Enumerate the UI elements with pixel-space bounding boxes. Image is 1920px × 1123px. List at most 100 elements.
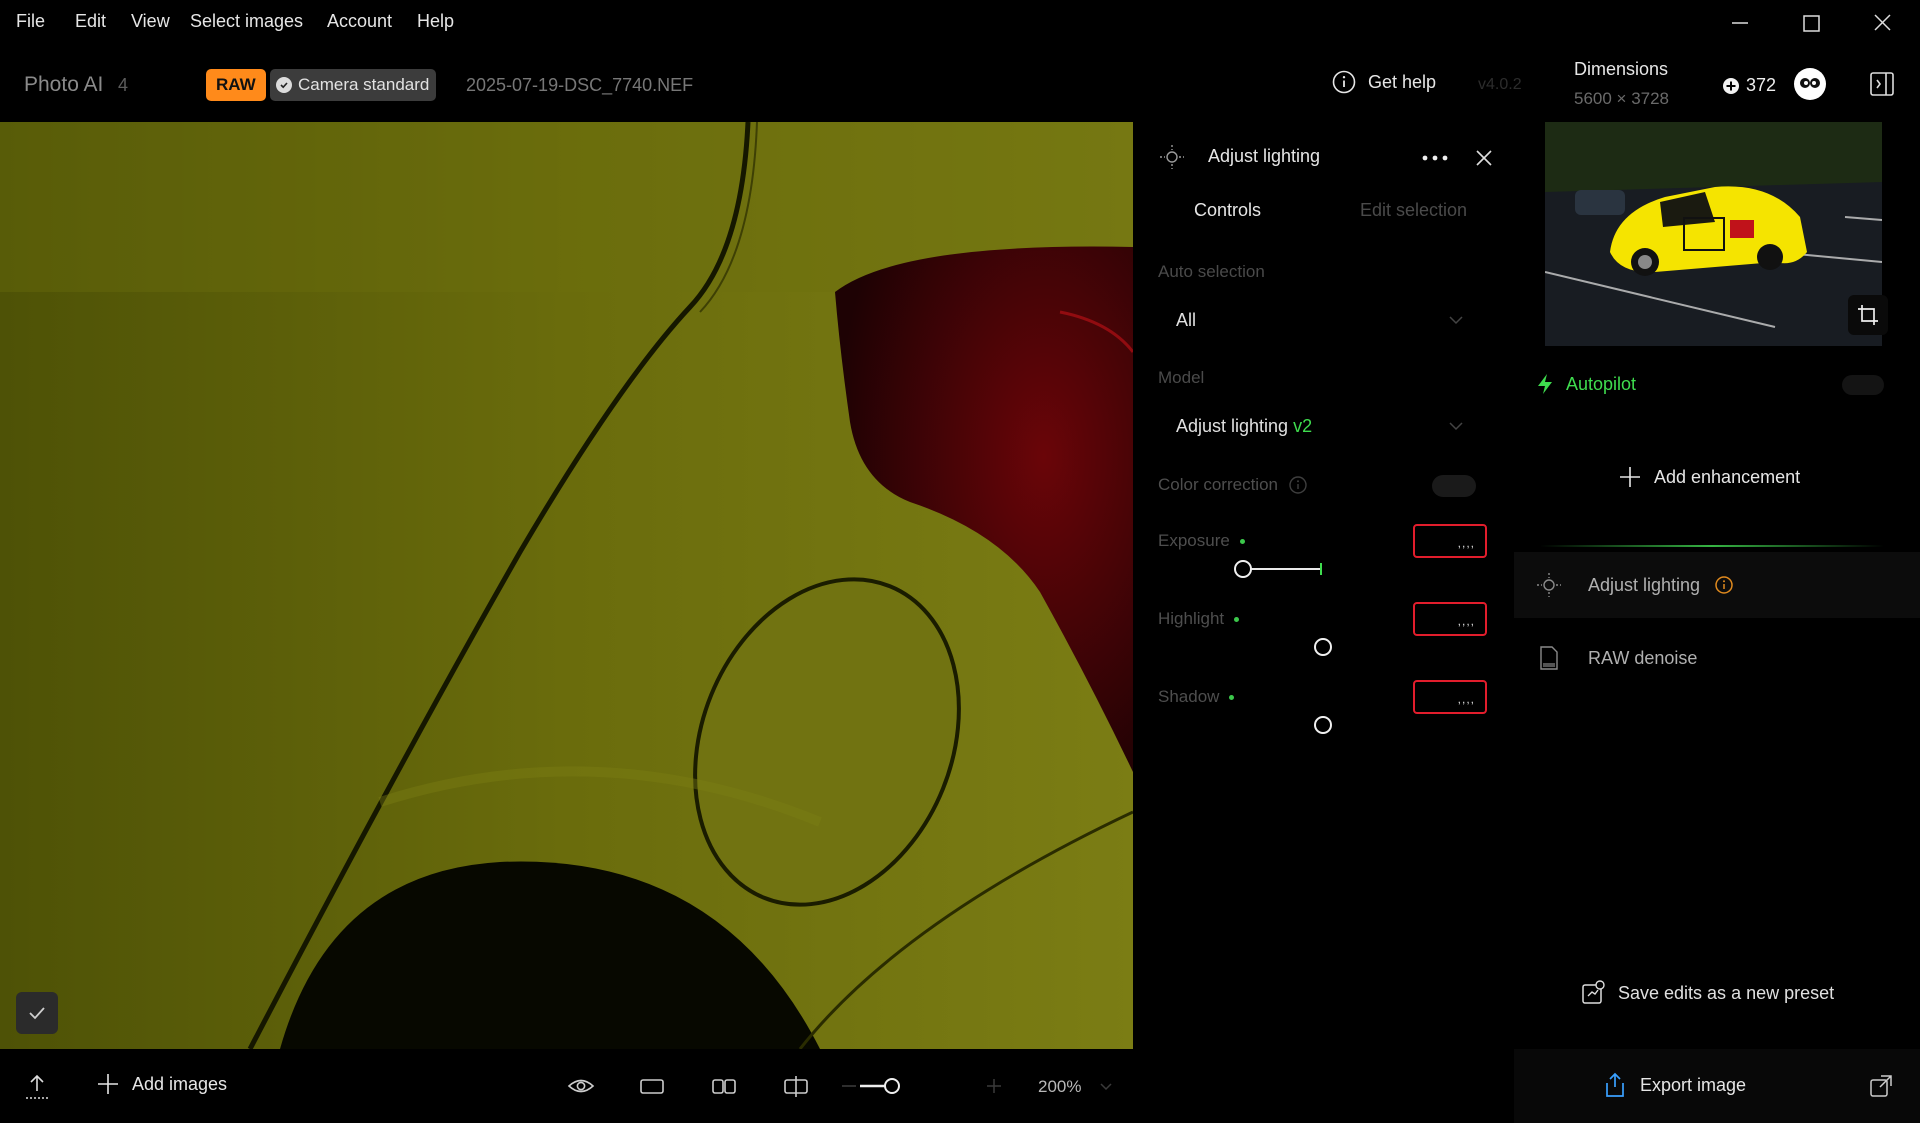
- model-select[interactable]: Adjust lighting v2: [1158, 402, 1480, 450]
- menu-help[interactable]: Help: [417, 11, 454, 32]
- crop-icon: [1858, 305, 1878, 325]
- highlight-slider-handle[interactable]: [1314, 638, 1332, 656]
- settings-sun-icon: [1537, 573, 1561, 597]
- dimensions-label: Dimensions: [1574, 59, 1669, 79]
- exposure-slider-track[interactable]: [1243, 568, 1321, 570]
- save-preset-button[interactable]: Save edits as a new preset: [1580, 980, 1834, 1006]
- side-by-side-icon: [712, 1079, 736, 1094]
- lightning-icon: [1538, 374, 1552, 394]
- color-correction-row: Color correction: [1158, 475, 1308, 495]
- chevron-down-icon: [1449, 422, 1463, 431]
- modified-indicator: [1229, 694, 1235, 700]
- model-version: v2: [1293, 415, 1313, 436]
- panel-more-button[interactable]: [1420, 148, 1450, 168]
- info-icon[interactable]: [1714, 575, 1734, 595]
- credits-counter[interactable]: 372: [1722, 75, 1776, 96]
- file-name: 2025-07-19-DSC_7740.NEF: [466, 75, 694, 95]
- panel-close-button[interactable]: [1472, 146, 1496, 170]
- crop-button[interactable]: [1848, 295, 1888, 335]
- info-icon[interactable]: [1288, 475, 1308, 495]
- window-close-icon: [1874, 14, 1891, 31]
- zoom-level[interactable]: 200%: [1038, 1077, 1081, 1097]
- single-view-button[interactable]: [638, 1073, 666, 1099]
- get-help-label: Get help: [1368, 71, 1437, 92]
- shadow-value-input[interactable]: ,,,,: [1413, 680, 1487, 714]
- panel-title: Adjust lighting: [1208, 146, 1321, 166]
- enhancement-item-adjust-lighting[interactable]: Adjust lighting: [1514, 552, 1920, 618]
- zoom-dropdown[interactable]: [1098, 1080, 1114, 1094]
- exposure-default-marker: [1320, 563, 1322, 575]
- get-help-button[interactable]: Get help: [1332, 70, 1436, 94]
- shadow-label: Shadow: [1158, 687, 1220, 706]
- apply-check-button[interactable]: [16, 992, 58, 1034]
- add-images-button[interactable]: Add images: [96, 1072, 227, 1096]
- split-view-button[interactable]: [782, 1073, 810, 1099]
- enhancement-item-raw-denoise[interactable]: RAW denoise: [1514, 625, 1920, 691]
- check-icon: [29, 1007, 45, 1020]
- model-value-wrap: Adjust lighting v2: [1176, 416, 1312, 437]
- auto-selection-value: All: [1176, 309, 1197, 330]
- menu-bar: File Edit View Select images Account Hel…: [0, 0, 1920, 44]
- navigator-thumbnail[interactable]: [1545, 122, 1882, 346]
- add-enhancement-button[interactable]: Add enhancement: [1618, 465, 1800, 489]
- exposure-value-input[interactable]: ,,,,: [1413, 524, 1487, 558]
- autopilot-toggle[interactable]: [1842, 375, 1884, 395]
- camera-profile-label: Camera standard: [298, 75, 430, 94]
- photo-preview: [0, 122, 1133, 1049]
- modified-indicator: [1239, 538, 1245, 544]
- preset-icon: [1582, 980, 1605, 1004]
- auto-selection-label: Auto selection: [1158, 262, 1265, 281]
- thumbnail-image: [1545, 122, 1882, 346]
- maximize-button[interactable]: [1791, 8, 1831, 38]
- export-image-button[interactable]: Export image: [1604, 1072, 1746, 1098]
- shadow-slider-handle[interactable]: [1314, 716, 1332, 734]
- upload-icon: [26, 1074, 48, 1099]
- tab-controls[interactable]: Controls: [1194, 200, 1261, 221]
- enhancement-label: RAW denoise: [1588, 647, 1698, 668]
- side-by-side-view-button[interactable]: [710, 1073, 738, 1099]
- adjust-lighting-icon-wrap: [1158, 143, 1186, 171]
- export-settings-button[interactable]: [1868, 1073, 1894, 1099]
- upload-button[interactable]: [24, 1073, 50, 1101]
- highlight-value-input[interactable]: ,,,,: [1413, 602, 1487, 636]
- zoom-in-button[interactable]: [985, 1077, 1003, 1095]
- menu-account[interactable]: Account: [327, 11, 392, 32]
- menu-edit[interactable]: Edit: [75, 11, 106, 32]
- panel-toggle-button[interactable]: [1868, 70, 1896, 98]
- image-canvas[interactable]: [0, 122, 1133, 1049]
- minimize-button[interactable]: [1720, 8, 1760, 38]
- add-images-label: Add images: [132, 1073, 228, 1094]
- close-icon: [1476, 150, 1492, 166]
- enhancement-divider: [1540, 545, 1884, 547]
- window-close-button[interactable]: [1862, 8, 1902, 38]
- menu-file[interactable]: File: [16, 11, 45, 32]
- menu-view[interactable]: View: [131, 11, 170, 32]
- preview-toggle-button[interactable]: [566, 1073, 596, 1099]
- auto-selection-select[interactable]: All: [1158, 296, 1480, 344]
- more-icon: [1422, 155, 1448, 161]
- chevron-down-icon: [1449, 316, 1463, 325]
- zoom-slider[interactable]: [842, 1073, 904, 1099]
- exposure-slider-handle[interactable]: [1234, 560, 1252, 578]
- avatar[interactable]: [1794, 68, 1826, 100]
- menu-select-images[interactable]: Select images: [190, 11, 303, 32]
- highlight-label: Highlight: [1158, 609, 1225, 628]
- export-image-label: Export image: [1640, 1074, 1747, 1095]
- single-view-icon: [640, 1079, 664, 1094]
- check-icon: [276, 77, 292, 93]
- tab-edit-selection[interactable]: Edit selection: [1360, 200, 1467, 221]
- add-enhancement-label: Add enhancement: [1654, 466, 1801, 487]
- autopilot-row[interactable]: Autopilot: [1536, 373, 1636, 395]
- camera-profile-badge[interactable]: Camera standard: [270, 69, 437, 101]
- credit-icon: [1723, 77, 1739, 94]
- info-icon: [1332, 70, 1356, 94]
- raw-badge[interactable]: RAW: [206, 69, 266, 101]
- split-view-icon: [784, 1076, 808, 1097]
- save-preset-label: Save edits as a new preset: [1618, 982, 1835, 1003]
- exposure-label-row: Exposure: [1158, 531, 1245, 551]
- minimize-icon: [1732, 22, 1748, 24]
- app-build-version: v4.0.2: [1478, 76, 1522, 93]
- export-settings-icon: [1870, 1075, 1892, 1097]
- enhancement-label-wrap: Adjust lighting: [1588, 575, 1734, 596]
- color-correction-toggle[interactable]: [1432, 475, 1476, 497]
